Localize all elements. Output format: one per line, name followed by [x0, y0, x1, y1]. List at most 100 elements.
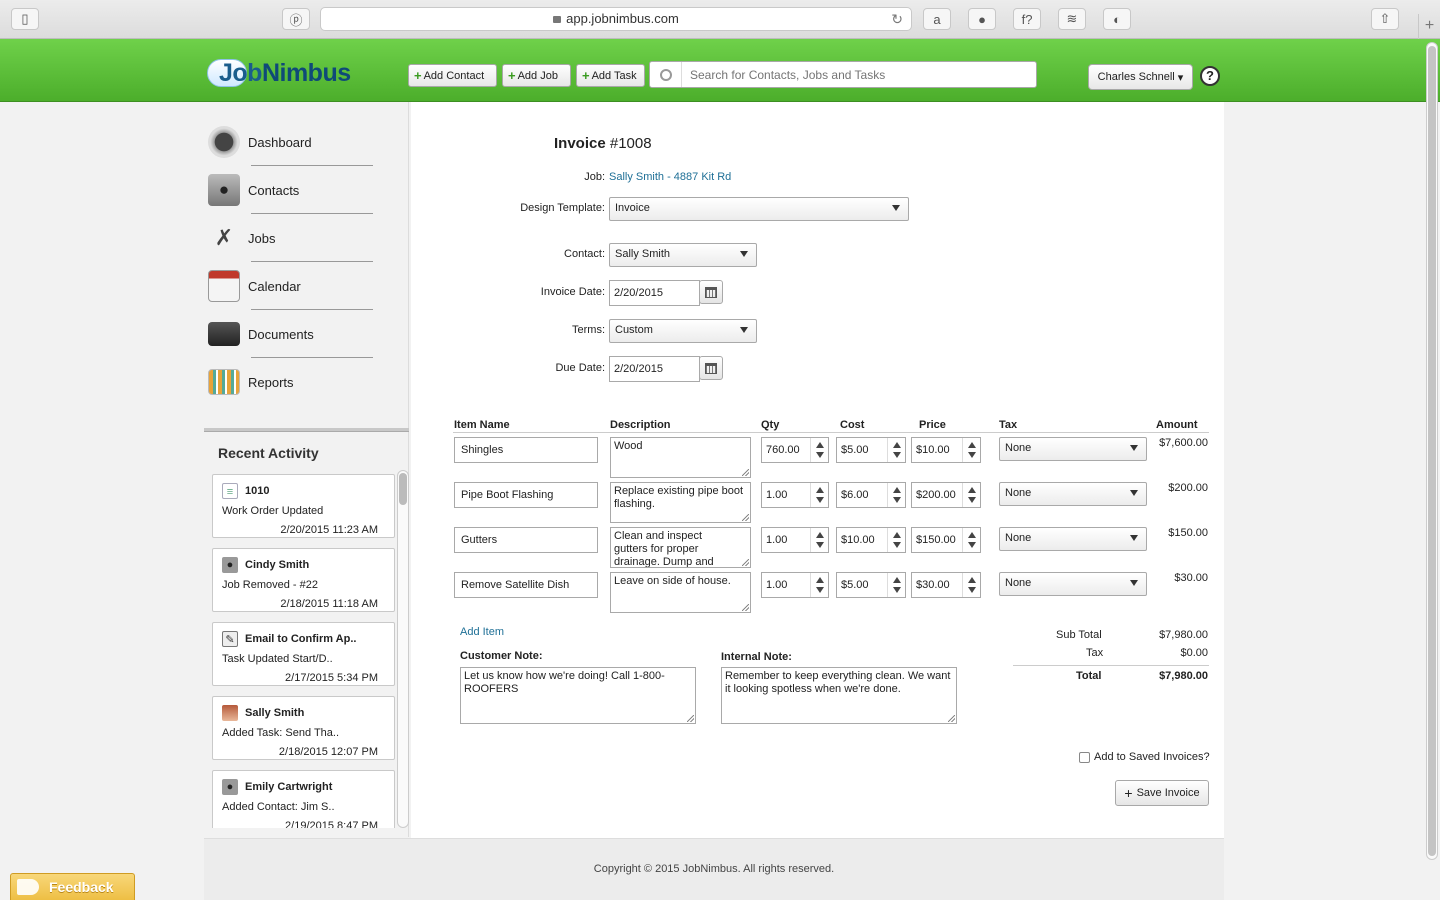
add-item-link[interactable]: Add Item: [460, 626, 504, 638]
tax-select[interactable]: None: [999, 527, 1147, 551]
plus-icon: +: [1124, 785, 1133, 801]
stepper-arrows-icon[interactable]: [962, 573, 980, 597]
sidebar-item-reports[interactable]: Reports: [208, 358, 373, 406]
stepper-arrows-icon[interactable]: [887, 438, 905, 462]
stepper-arrows-icon[interactable]: [887, 528, 905, 552]
amazon-extension-icon[interactable]: a: [923, 8, 951, 30]
stepper-arrows-icon[interactable]: [810, 438, 828, 462]
saved-invoices-checkbox[interactable]: [1079, 751, 1090, 763]
tax-select[interactable]: None: [999, 482, 1147, 506]
megaphone-icon: [17, 879, 39, 895]
task-edit-icon: ✎: [222, 631, 238, 647]
avatar-photo-icon: [222, 705, 238, 721]
shield-extension-icon[interactable]: ◐: [1103, 8, 1131, 30]
search-icon[interactable]: [650, 62, 682, 87]
item-description-textarea[interactable]: Wood: [610, 437, 751, 478]
activity-item[interactable]: ● Emily Cartwright Added Contact: Jim S.…: [212, 770, 395, 828]
feedback-button[interactable]: Feedback: [10, 873, 135, 900]
new-tab-icon[interactable]: +: [1418, 14, 1440, 39]
qty-stepper[interactable]: 1.00: [761, 527, 829, 553]
line-amount: $200.00: [1168, 482, 1208, 494]
sidebar-divider: [204, 428, 409, 432]
global-search[interactable]: [649, 61, 1037, 88]
design-template-select[interactable]: Invoice: [609, 197, 909, 221]
item-name-input[interactable]: Remove Satellite Dish: [454, 572, 598, 598]
price-stepper[interactable]: $10.00: [911, 437, 981, 463]
sidebar-item-documents[interactable]: Documents: [208, 310, 373, 358]
terms-select[interactable]: Custom: [609, 319, 757, 343]
qty-stepper[interactable]: 1.00: [761, 482, 829, 508]
item-name-input[interactable]: Shingles: [454, 437, 598, 463]
sidebar-toggle-icon[interactable]: ▯: [11, 8, 39, 30]
sidebar-item-calendar[interactable]: Calendar: [208, 262, 373, 310]
extension-circle-icon[interactable]: ●: [968, 8, 996, 30]
page-scrollbar[interactable]: [1426, 42, 1438, 860]
share-icon[interactable]: ⇧: [1371, 8, 1399, 30]
document-icon: ≡: [222, 483, 238, 499]
contact-select[interactable]: Sally Smith: [609, 243, 757, 267]
column-header-tax: Tax: [999, 419, 1018, 431]
add-to-saved-invoices[interactable]: Add to Saved Invoices?: [1079, 751, 1210, 763]
recent-activity-list[interactable]: ≡ 1010 Work Order Updated 2/20/2015 11:2…: [212, 474, 396, 828]
layers-extension-icon[interactable]: ≋: [1058, 8, 1086, 30]
reload-icon[interactable]: ↻: [891, 8, 903, 30]
activity-item[interactable]: Sally Smith Added Task: Send Tha.. 2/18/…: [212, 696, 395, 760]
cost-stepper[interactable]: $5.00: [836, 572, 906, 598]
plus-icon: +: [582, 68, 590, 83]
customer-note-textarea[interactable]: Let us know how we're doing! Call 1-800-…: [460, 667, 696, 724]
sidebar-item-dashboard[interactable]: Dashboard: [208, 118, 373, 166]
stepper-arrows-icon[interactable]: [962, 483, 980, 507]
add-contact-button[interactable]: + Add Contact: [408, 64, 497, 87]
item-name-input[interactable]: Pipe Boot Flashing: [454, 482, 598, 508]
font-extension-icon[interactable]: f?: [1013, 8, 1041, 30]
calendar-picker-icon[interactable]: [699, 280, 723, 304]
stepper-arrows-icon[interactable]: [962, 528, 980, 552]
activity-item[interactable]: ✎ Email to Confirm Ap.. Task Updated Sta…: [212, 622, 395, 686]
address-bar[interactable]: app.jobnimbus.com ↻: [320, 7, 912, 31]
calendar-picker-icon[interactable]: [699, 356, 723, 380]
stepper-arrows-icon[interactable]: [887, 573, 905, 597]
tax-select[interactable]: None: [999, 437, 1147, 461]
search-input[interactable]: [690, 65, 1020, 84]
qty-stepper[interactable]: 1.00: [761, 572, 829, 598]
internal-note-textarea[interactable]: Remember to keep everything clean. We wa…: [721, 667, 957, 724]
item-name-input[interactable]: Gutters: [454, 527, 598, 553]
cost-stepper[interactable]: $10.00: [836, 527, 906, 553]
sidebar-item-jobs[interactable]: ✗ Jobs: [208, 214, 373, 262]
invoice-date-field[interactable]: 2/20/2015: [609, 280, 700, 306]
save-invoice-button[interactable]: + Save Invoice: [1115, 780, 1209, 806]
cost-stepper[interactable]: $5.00: [836, 437, 906, 463]
stepper-arrows-icon[interactable]: [962, 438, 980, 462]
tax-select[interactable]: None: [999, 572, 1147, 596]
price-stepper[interactable]: $150.00: [911, 527, 981, 553]
stepper-arrows-icon[interactable]: [810, 483, 828, 507]
activity-item[interactable]: ● Cindy Smith Job Removed - #22 2/18/201…: [212, 548, 395, 612]
cost-stepper[interactable]: $6.00: [836, 482, 906, 508]
browser-toolbar: ▯ ⓟ app.jobnimbus.com ↻ a ● f? ≋ ◐ ⇧ +: [0, 0, 1440, 39]
stepper-arrows-icon[interactable]: [887, 483, 905, 507]
chevron-down-icon: [740, 327, 748, 333]
price-stepper[interactable]: $200.00: [911, 482, 981, 508]
add-task-button[interactable]: + Add Task: [576, 64, 645, 87]
price-stepper[interactable]: $30.00: [911, 572, 981, 598]
help-icon[interactable]: ?: [1200, 66, 1220, 86]
item-description-textarea[interactable]: Leave on side of house.: [610, 572, 751, 613]
item-description-textarea[interactable]: Replace existing pipe boot flashing.: [610, 482, 751, 523]
user-menu-dropdown[interactable]: Charles Schnell ▾: [1088, 64, 1193, 90]
sidebar-item-contacts[interactable]: ● Contacts: [208, 166, 373, 214]
item-description-textarea[interactable]: Clean and inspect gutters for proper dra…: [610, 527, 751, 568]
activity-item[interactable]: ≡ 1010 Work Order Updated 2/20/2015 11:2…: [212, 474, 395, 538]
internal-note-label: Internal Note:: [721, 651, 792, 663]
due-date-field[interactable]: 2/20/2015: [609, 356, 700, 382]
qty-stepper[interactable]: 760.00: [761, 437, 829, 463]
recent-activity-scrollbar[interactable]: [397, 470, 409, 828]
add-job-button[interactable]: + Add Job: [502, 64, 571, 87]
jobnimbus-logo[interactable]: JobNimbus: [207, 56, 351, 90]
pinterest-icon[interactable]: ⓟ: [282, 8, 310, 30]
chevron-down-icon: [1130, 490, 1138, 496]
stepper-arrows-icon[interactable]: [810, 573, 828, 597]
stepper-arrows-icon[interactable]: [810, 528, 828, 552]
reports-chart-icon: [208, 369, 240, 395]
contact-label: Contact:: [564, 248, 605, 260]
job-link[interactable]: Sally Smith - 4887 Kit Rd: [609, 171, 731, 183]
